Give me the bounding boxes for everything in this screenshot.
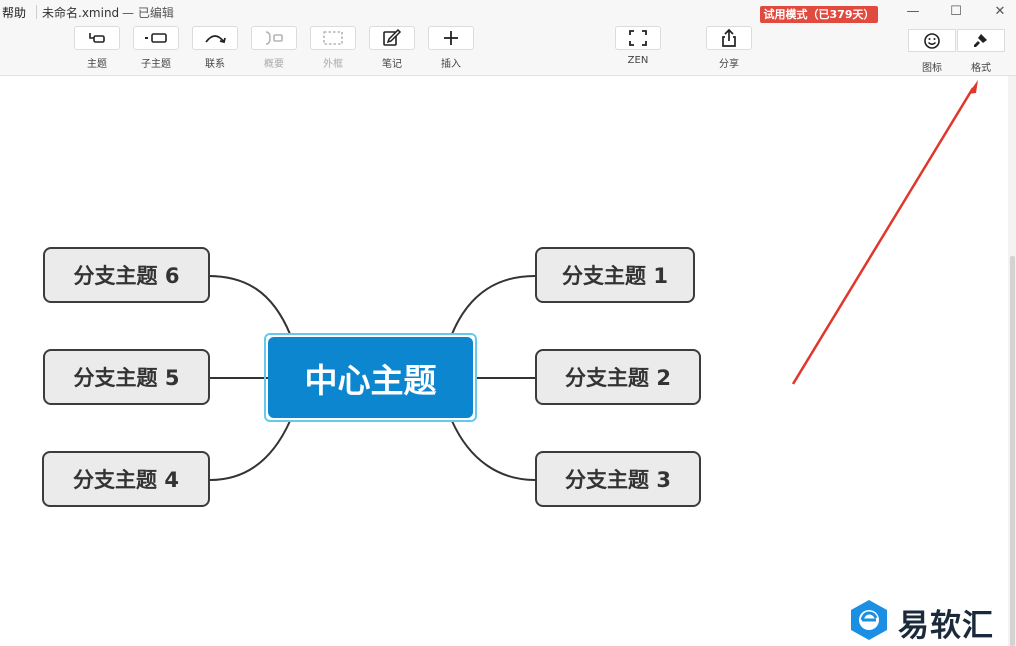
note-label: 笔记 [382,59,402,70]
summary-button[interactable]: 概要 [250,26,298,70]
boundary-button[interactable]: 外框 [309,26,357,70]
maximize-button[interactable]: ☐ [947,3,965,21]
icons-label: 图标 [922,63,942,74]
title-bar: 帮助 未命名.xmind — 已编辑 试用模式（已379天） — ☐ ✕ [0,0,1016,24]
subtopic-button[interactable]: 子主题 [132,26,180,70]
close-button[interactable]: ✕ [991,3,1009,21]
share-button[interactable]: 分享 [705,26,753,70]
subtopic-icon [133,26,179,50]
relationship-label: 联系 [205,59,225,70]
share-label: 分享 [719,59,739,70]
format-panel-button[interactable]: 格式 [957,29,1005,74]
watermark: 易软汇 [848,598,1013,644]
branch-topic-3[interactable]: 分支主题 3 [535,451,701,507]
topic-icon [74,26,120,50]
insert-button[interactable]: 插入 [427,26,475,70]
trial-mode-badge[interactable]: 试用模式（已379天） [760,6,878,23]
format-label: 格式 [971,63,991,74]
subtopic-label: 子主题 [141,59,171,70]
share-icon [706,26,752,50]
minimize-button[interactable]: — [904,3,922,21]
boundary-label: 外框 [323,59,343,70]
scrollbar-thumb[interactable] [1010,256,1015,646]
document-status: — 已编辑 [122,6,174,20]
branch-topic-4[interactable]: 分支主题 4 [42,451,210,507]
zen-label: ZEN [627,55,649,66]
topic-button[interactable]: 主题 [73,26,121,70]
fullscreen-icon [615,26,661,50]
branch-topic-5[interactable]: 分支主题 5 [43,349,210,405]
insert-label: 插入 [441,59,461,70]
summary-label: 概要 [264,59,284,70]
annotation-arrow [791,80,978,385]
relationship-button[interactable]: 联系 [191,26,239,70]
note-icon [369,26,415,50]
watermark-logo-icon [851,600,887,640]
plus-icon [428,26,474,50]
branch-topic-2[interactable]: 分支主题 2 [535,349,701,405]
menu-help[interactable]: 帮助 [2,4,26,21]
zen-button[interactable]: ZEN [614,26,662,66]
branch-topic-1[interactable]: 分支主题 1 [535,247,695,303]
top-toolbar-area: 帮助 未命名.xmind — 已编辑 试用模式（已379天） — ☐ ✕ 主题 … [0,0,1016,76]
watermark-text: 易软汇 [898,608,994,644]
smiley-icon [908,29,956,52]
mindmap-canvas[interactable]: 中心主题 分支主题 1 分支主题 2 分支主题 3 分支主题 4 分支主题 5 … [0,76,1016,646]
boundary-icon [310,26,356,50]
branch-topic-6[interactable]: 分支主题 6 [43,247,210,303]
relationship-icon [192,26,238,50]
brush-icon [957,29,1005,52]
central-topic[interactable]: 中心主题 [268,337,473,418]
icons-panel-button[interactable]: 图标 [908,29,956,74]
note-button[interactable]: 笔记 [368,26,416,70]
summary-icon [251,26,297,50]
topic-label: 主题 [87,59,107,70]
title-separator [36,5,37,19]
document-name: 未命名.xmind [42,6,120,20]
